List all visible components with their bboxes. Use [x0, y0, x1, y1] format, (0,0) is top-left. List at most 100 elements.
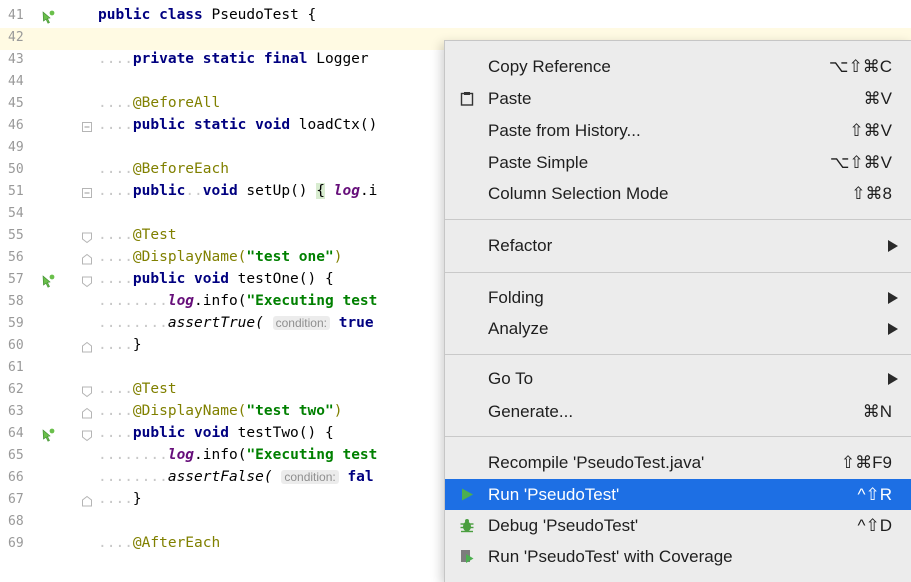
menu-item-label: Generate...: [488, 402, 574, 421]
line-number: 51: [8, 184, 24, 199]
line-number: 45: [8, 96, 24, 111]
coverage-icon: [461, 550, 474, 563]
fold-toggle-icon[interactable]: [81, 121, 93, 134]
fold-start-icon[interactable]: [81, 385, 93, 398]
line-number: 57: [8, 272, 24, 287]
code-text: ....public void testTwo() {: [98, 425, 334, 441]
menu-item-paste-from-history[interactable]: Paste from History... ⇧⌘V: [445, 115, 911, 146]
menu-item-shortcut: ⌘N: [862, 402, 892, 421]
menu-item-shortcut: ⌥⇧⌘V: [829, 153, 892, 172]
menu-separator: [445, 354, 911, 355]
menu-item-label: Run 'PseudoTest': [488, 485, 620, 504]
line-number: 58: [8, 294, 24, 309]
menu-item-shortcut: ^⇧D: [857, 516, 893, 535]
menu-item-generate[interactable]: Generate... ⌘N: [445, 396, 911, 427]
line-number: 50: [8, 162, 24, 177]
line-number: 62: [8, 382, 24, 397]
code-text: ....private static final Logger: [98, 51, 378, 67]
debug-icon: [460, 519, 474, 533]
code-text: ....@DisplayName("test one"): [98, 249, 343, 265]
menu-item-folding[interactable]: Folding: [445, 282, 911, 313]
menu-item-label: Copy Reference: [488, 57, 611, 76]
menu-item-label: Go To: [488, 369, 534, 388]
submenu-arrow-icon: [888, 373, 898, 385]
code-text: ....@BeforeEach: [98, 161, 229, 177]
menu-item-debug[interactable]: Debug 'PseudoTest' ^⇧D: [445, 510, 911, 541]
code-text: ........log.info("Executing test: [98, 447, 378, 463]
line-number: 42: [8, 30, 24, 45]
menu-item-refactor[interactable]: Refactor: [445, 230, 911, 261]
fold-start-icon[interactable]: [81, 429, 93, 442]
menu-item-shortcut: ^⇧R: [857, 485, 893, 504]
line-number: 61: [8, 360, 24, 375]
fold-start-icon[interactable]: [81, 231, 93, 244]
code-text: ........assertTrue( condition: true: [98, 315, 374, 331]
menu-item-analyze[interactable]: Analyze: [445, 313, 911, 344]
line-number: 69: [8, 536, 24, 551]
line-number: 46: [8, 118, 24, 133]
clipboard-icon: [460, 92, 474, 106]
menu-item-copy-reference[interactable]: Copy Reference ⌥⇧⌘C: [445, 51, 911, 82]
menu-item-label: Refactor: [488, 236, 553, 255]
code-text: ........log.info("Executing test: [98, 293, 378, 309]
menu-item-shortcut: ⌥⇧⌘C: [828, 57, 892, 76]
code-text: ....}: [98, 337, 142, 353]
code-text: ....@Test: [98, 381, 177, 397]
run-test-gutter-icon[interactable]: [40, 9, 56, 25]
code-text: ........assertFalse( condition: fal: [98, 469, 374, 485]
menu-item-label: Paste: [488, 89, 532, 108]
line-number: 66: [8, 470, 24, 485]
run-test-gutter-icon[interactable]: [40, 273, 56, 289]
menu-item-label: Analyze: [488, 319, 549, 338]
menu-item-paste[interactable]: Paste ⌘V: [445, 83, 911, 114]
submenu-arrow-icon: [888, 240, 898, 252]
menu-separator: [445, 436, 911, 437]
line-number: 63: [8, 404, 24, 419]
code-text: ....@AfterEach: [98, 535, 221, 551]
parameter-hint: condition:: [281, 470, 339, 484]
line-number: 49: [8, 140, 24, 155]
menu-item-shortcut: ⇧⌘V: [849, 121, 892, 140]
line-number: 44: [8, 74, 24, 89]
fold-marker-icon: [82, 253, 92, 265]
menu-item-run-with-coverage[interactable]: Run 'PseudoTest' with Coverage: [445, 541, 911, 572]
fold-marker-icon: [82, 407, 92, 419]
code-text: ....public static void loadCtx(): [98, 117, 378, 133]
menu-item-recompile[interactable]: Recompile 'PseudoTest.java' ⇧⌘F9: [445, 447, 911, 478]
line-number: 54: [8, 206, 24, 221]
submenu-arrow-icon: [888, 323, 898, 335]
code-text: public class PseudoTest {: [98, 7, 317, 23]
line-number: 60: [8, 338, 24, 353]
menu-item-label: Folding: [488, 288, 544, 307]
menu-item-run[interactable]: Run 'PseudoTest' ^⇧R: [445, 479, 911, 510]
fold-end-icon[interactable]: [81, 341, 93, 354]
parameter-hint: condition:: [272, 316, 330, 330]
run-test-gutter-icon[interactable]: [40, 427, 56, 443]
line-number: 55: [8, 228, 24, 243]
menu-item-column-selection-mode[interactable]: Column Selection Mode ⇧⌘8: [445, 178, 911, 209]
run-icon: [462, 488, 473, 501]
code-text: ....@Test: [98, 227, 177, 243]
menu-item-paste-simple[interactable]: Paste Simple ⌥⇧⌘V: [445, 147, 911, 178]
fold-end-icon[interactable]: [81, 495, 93, 508]
line-number: 68: [8, 514, 24, 529]
menu-item-go-to[interactable]: Go To: [445, 363, 911, 394]
line-number: 41: [8, 8, 24, 23]
menu-item-label: Paste Simple: [488, 153, 589, 172]
menu-item-label: Debug 'PseudoTest': [488, 516, 639, 535]
fold-toggle-icon[interactable]: [81, 187, 93, 200]
line-number: 59: [8, 316, 24, 331]
line-number: 67: [8, 492, 24, 507]
submenu-arrow-icon: [888, 292, 898, 304]
context-menu: Copy Reference ⌥⇧⌘C Paste ⌘V Paste from …: [444, 40, 911, 582]
fold-start-icon[interactable]: [81, 275, 93, 288]
menu-separator: [445, 272, 911, 273]
menu-item-shortcut: ⇧⌘8: [851, 184, 892, 203]
line-number: 56: [8, 250, 24, 265]
menu-item-shortcut: ⇧⌘F9: [840, 453, 892, 472]
code-text: ....public..void setUp() { log.i: [98, 183, 378, 199]
line-number: 64: [8, 426, 24, 441]
menu-item-label: Paste from History...: [488, 121, 641, 140]
menu-item-shortcut: ⌘V: [863, 89, 892, 108]
code-line: 41 public class PseudoTest {: [0, 6, 911, 28]
